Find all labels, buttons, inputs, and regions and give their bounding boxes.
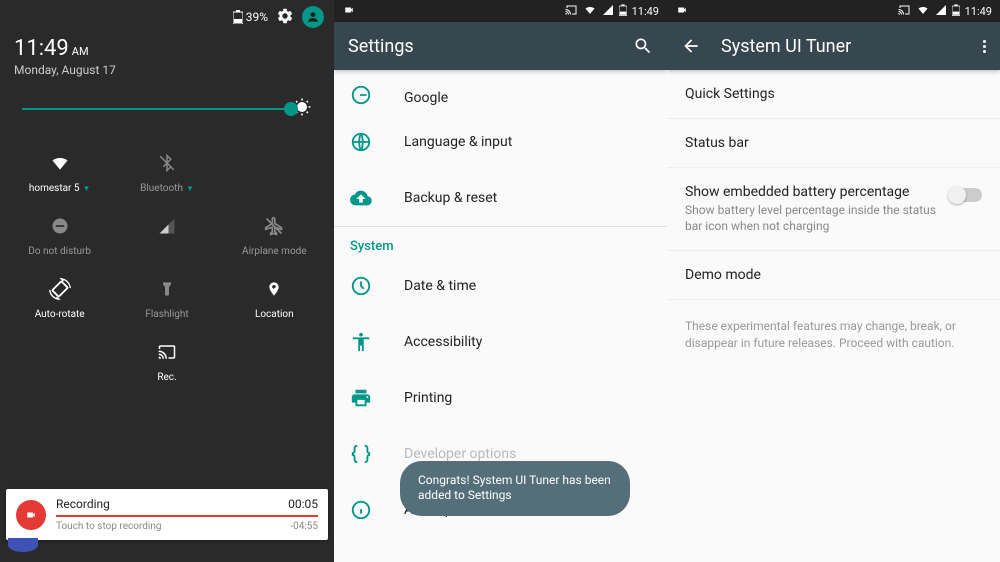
clock-icon <box>350 275 404 297</box>
battery-status-icon <box>952 4 960 19</box>
airplane-off-icon <box>221 212 328 240</box>
accessibility-icon <box>350 331 404 353</box>
airplane-tile[interactable]: Airplane mode <box>221 212 328 257</box>
autorotate-tile[interactable]: Auto-rotate <box>6 275 113 320</box>
signal-status-icon <box>935 4 947 19</box>
status-time: 11:49 <box>965 5 992 18</box>
printer-icon <box>350 387 404 409</box>
tuner-item-quick[interactable]: Quick Settings <box>667 70 1000 118</box>
battery-indicator: 39% <box>233 10 268 24</box>
tuner-item-demo[interactable]: Demo mode <box>667 251 1000 299</box>
recording-remaining: -04:55 <box>290 521 318 532</box>
recording-hint: Touch to stop recording <box>56 521 161 532</box>
dnd-tile[interactable]: Do not disturb <box>6 212 113 257</box>
tuner-title: System UI Tuner <box>721 36 983 57</box>
google-icon <box>350 84 404 106</box>
clock-date: Monday, August 17 <box>14 63 320 77</box>
settings-item-language[interactable]: Language & input <box>334 114 667 170</box>
cloud-upload-icon <box>350 187 404 209</box>
settings-panel: 11:49 Settings Google Language & input B… <box>334 0 667 562</box>
tuner-panel: 11:49 System UI Tuner Quick Settings Sta… <box>667 0 1000 562</box>
wifi-status-icon <box>916 4 930 19</box>
settings-header-system: System <box>334 227 667 258</box>
signal-tile[interactable] <box>113 212 220 257</box>
globe-icon <box>350 131 404 153</box>
cast-status-icon <box>897 4 911 19</box>
recording-notification[interactable]: Recording 00:05 Touch to stop recording -0… <box>6 489 328 540</box>
battery-toggle-title: Show embedded battery percentage <box>685 184 940 200</box>
tuner-item-battery-percent[interactable]: Show embedded battery percentage Show ba… <box>667 168 1000 250</box>
recording-elapsed: 00:05 <box>288 497 318 511</box>
dnd-icon <box>6 212 113 240</box>
user-avatar-icon[interactable] <box>302 6 324 28</box>
flashlight-tile[interactable]: Flashlight <box>113 275 220 320</box>
signal-icon <box>113 212 220 240</box>
wifi-status-icon <box>583 4 597 19</box>
settings-gear-icon[interactable] <box>276 7 294 28</box>
chevron-down-icon: ▼ <box>83 184 91 193</box>
search-icon[interactable] <box>633 36 653 56</box>
settings-item-datetime[interactable]: Date & time <box>334 258 667 314</box>
battery-status-icon <box>619 4 627 19</box>
tuner-disclaimer: These experimental features may change, … <box>667 300 1000 370</box>
flashlight-icon <box>113 275 220 303</box>
more-menu-icon[interactable] <box>983 40 986 53</box>
toast-message: Congrats! System UI Tuner has been added… <box>400 461 630 516</box>
cast-icon <box>113 338 220 366</box>
clock-ampm: AM <box>72 45 89 58</box>
settings-item-backup[interactable]: Backup & reset <box>334 170 667 226</box>
back-arrow-icon[interactable] <box>681 36 701 56</box>
braces-icon <box>350 443 404 465</box>
battery-percent-text: 39% <box>246 10 268 24</box>
chevron-down-icon: ▼ <box>186 184 194 193</box>
bluetooth-tile[interactable]: Bluetooth▼ <box>113 149 220 194</box>
recorder-status-icon <box>675 5 689 18</box>
battery-toggle-subtitle: Show battery level percentage inside the… <box>685 203 940 234</box>
quick-settings-panel: 39% 11:49AM Monday, August 17 homestar 5… <box>0 0 334 562</box>
location-icon <box>221 275 328 303</box>
settings-item-google[interactable]: Google <box>334 74 667 114</box>
cast-status-icon <box>564 4 578 19</box>
brightness-slider[interactable] <box>22 97 312 121</box>
wifi-tile[interactable]: homestar 5▼ <box>6 149 113 194</box>
signal-status-icon <box>602 4 614 19</box>
record-icon <box>16 500 46 530</box>
notification-peek <box>8 538 38 552</box>
recording-title: Recording <box>56 497 110 511</box>
clock-time: 11:49 <box>14 36 69 61</box>
location-tile[interactable]: Location <box>221 275 328 320</box>
recording-progress <box>56 515 318 517</box>
bluetooth-off-icon <box>113 149 220 177</box>
autorotate-icon <box>6 275 113 303</box>
recorder-status-icon <box>342 5 356 18</box>
cast-tile[interactable]: Rec. <box>113 338 220 383</box>
status-time: 11:49 <box>632 5 659 18</box>
settings-title: Settings <box>348 36 633 57</box>
tuner-item-statusbar[interactable]: Status bar <box>667 119 1000 167</box>
info-icon <box>350 499 404 521</box>
toggle-switch[interactable] <box>950 188 982 202</box>
settings-item-accessibility[interactable]: Accessibility <box>334 314 667 370</box>
settings-item-printing[interactable]: Printing <box>334 370 667 426</box>
wifi-icon <box>6 149 113 177</box>
